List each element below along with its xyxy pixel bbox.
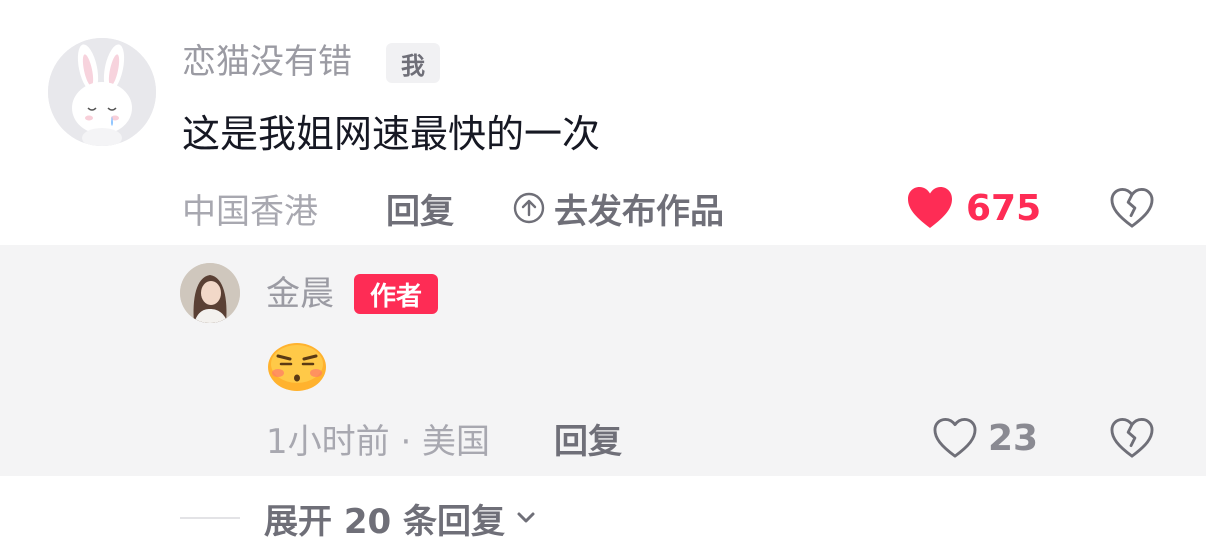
broken-heart-icon xyxy=(1110,187,1154,228)
broken-heart-icon xyxy=(1110,417,1154,458)
upload-circle-icon xyxy=(513,192,545,224)
reply-time-location: 1小时前 · 美国 xyxy=(266,421,491,462)
chevron-down-icon xyxy=(517,512,535,523)
reply-button[interactable]: 回复 xyxy=(386,182,454,234)
divider xyxy=(180,517,240,519)
like-count: 675 xyxy=(966,187,1042,229)
comment-username[interactable]: 恋猫没有错 xyxy=(182,40,352,84)
dislike-button[interactable] xyxy=(1106,182,1158,234)
me-tag: 我 xyxy=(386,43,440,83)
reply-like-count: 23 xyxy=(988,417,1039,459)
smirk-emoji-icon xyxy=(266,340,328,392)
like-button[interactable]: 675 xyxy=(906,182,1041,234)
bunny-avatar-icon xyxy=(48,38,156,146)
reply-avatar[interactable] xyxy=(180,263,240,323)
heart-filled-icon xyxy=(908,187,952,228)
expand-replies-label: 展开 20 条回复 xyxy=(264,501,505,542)
expand-replies-button[interactable]: 展开 20 条回复 xyxy=(264,496,539,542)
avatar[interactable] xyxy=(48,38,156,146)
comment-text: 这是我姐网速最快的一次 xyxy=(182,112,601,156)
reply-like-button[interactable]: 23 xyxy=(932,412,1038,464)
heart-outline-icon xyxy=(933,417,977,458)
author-tag: 作者 xyxy=(354,274,438,314)
publish-work-button[interactable]: 去发布作品 xyxy=(512,182,724,234)
publish-label: 去发布作品 xyxy=(554,191,724,232)
reply-dislike-button[interactable] xyxy=(1106,412,1158,464)
reply-reply-button[interactable]: 回复 xyxy=(554,412,622,464)
comment-location: 中国香港 xyxy=(182,191,318,232)
person-avatar-icon xyxy=(180,263,240,323)
reply-username[interactable]: 金晨 xyxy=(266,272,334,316)
